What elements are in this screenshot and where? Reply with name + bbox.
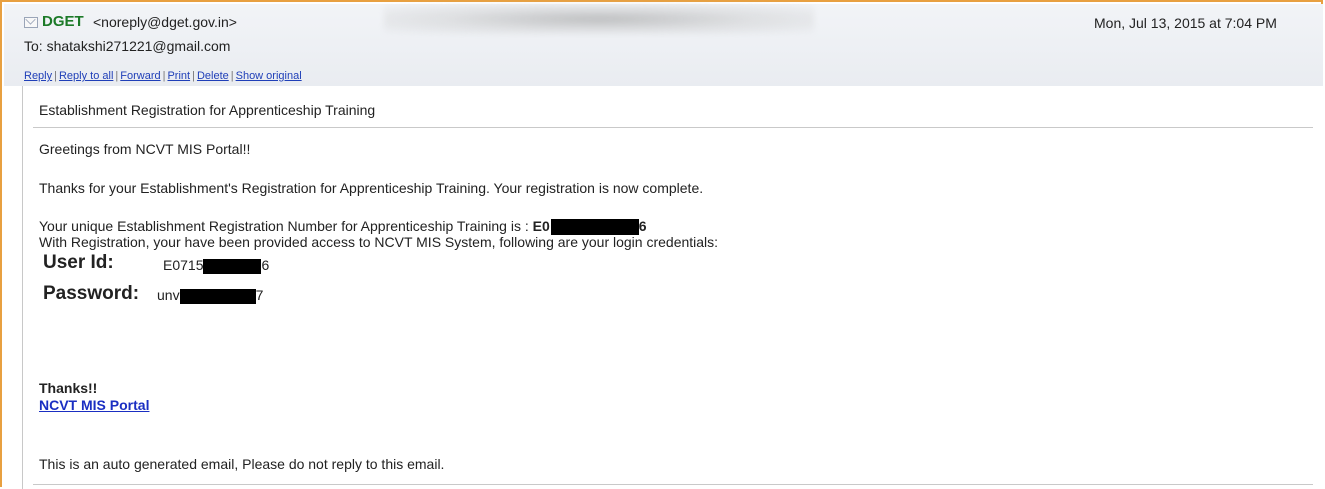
recipient-line: To: shatakshi271221@gmail.com — [24, 38, 231, 54]
blurred-overlay — [384, 4, 814, 34]
email-header: DGET <noreply@dget.gov.in> Mon, Jul 13, … — [4, 4, 1323, 86]
password-start: unv — [157, 287, 180, 303]
forward-link[interactable]: Forward — [120, 70, 160, 82]
separator: | — [230, 70, 234, 82]
access-text: With Registration, your have been provid… — [39, 234, 719, 250]
delete-link[interactable]: Delete — [197, 70, 229, 82]
registration-prefix: Your unique Establishment Registration N… — [39, 218, 533, 234]
signoff-text: Thanks!! — [39, 380, 98, 396]
reply-all-link[interactable]: Reply to all — [59, 70, 113, 82]
user-id-end: 6 — [261, 257, 270, 273]
password-end: 7 — [255, 287, 264, 303]
separator: | — [54, 70, 57, 82]
email-date: Mon, Jul 13, 2015 at 7:04 PM — [1094, 15, 1277, 31]
greeting-text: Greetings from NCVT MIS Portal!! — [39, 141, 251, 157]
email-actions: Reply | Reply to all | Forward | Print | Delete |… — [24, 70, 302, 82]
show-original-link[interactable]: Show original — [236, 70, 302, 82]
divider — [33, 484, 1313, 485]
password-label: Password: — [43, 283, 140, 304]
portal-link[interactable]: NCVT MIS Portal — [39, 397, 149, 413]
password-value: unv 7 — [157, 287, 263, 304]
reply-link[interactable]: Reply — [24, 70, 52, 82]
portal-link-line: NCVT MIS Portal — [39, 397, 149, 413]
registration-number-line: Your unique Establishment Registration N… — [39, 218, 647, 236]
print-link[interactable]: Print — [167, 70, 190, 82]
envelope-icon — [24, 17, 38, 28]
registration-number-end: 6 — [638, 218, 647, 234]
divider — [33, 127, 1313, 128]
redaction-block — [203, 258, 262, 274]
user-id-start: E0715 — [163, 257, 204, 273]
email-body: Establishment Registration for Apprentic… — [22, 86, 1324, 489]
email-subject: Establishment Registration for Apprentic… — [39, 102, 376, 118]
email-frame: DGET <noreply@dget.gov.in> Mon, Jul 13, … — [0, 0, 1324, 489]
redaction-block — [179, 288, 256, 304]
separator: | — [192, 70, 195, 82]
registration-number-start: E0 — [532, 218, 550, 234]
user-id-value: E0715 6 — [163, 257, 269, 274]
thanks-text: Thanks for your Establishment's Registra… — [39, 180, 704, 196]
sender-email: <noreply@dget.gov.in> — [93, 14, 237, 30]
user-id-label: User Id: — [43, 252, 114, 273]
redaction-block — [550, 219, 639, 236]
sender-name[interactable]: DGET — [42, 13, 84, 30]
footer-text: This is an auto generated email, Please … — [39, 456, 445, 472]
